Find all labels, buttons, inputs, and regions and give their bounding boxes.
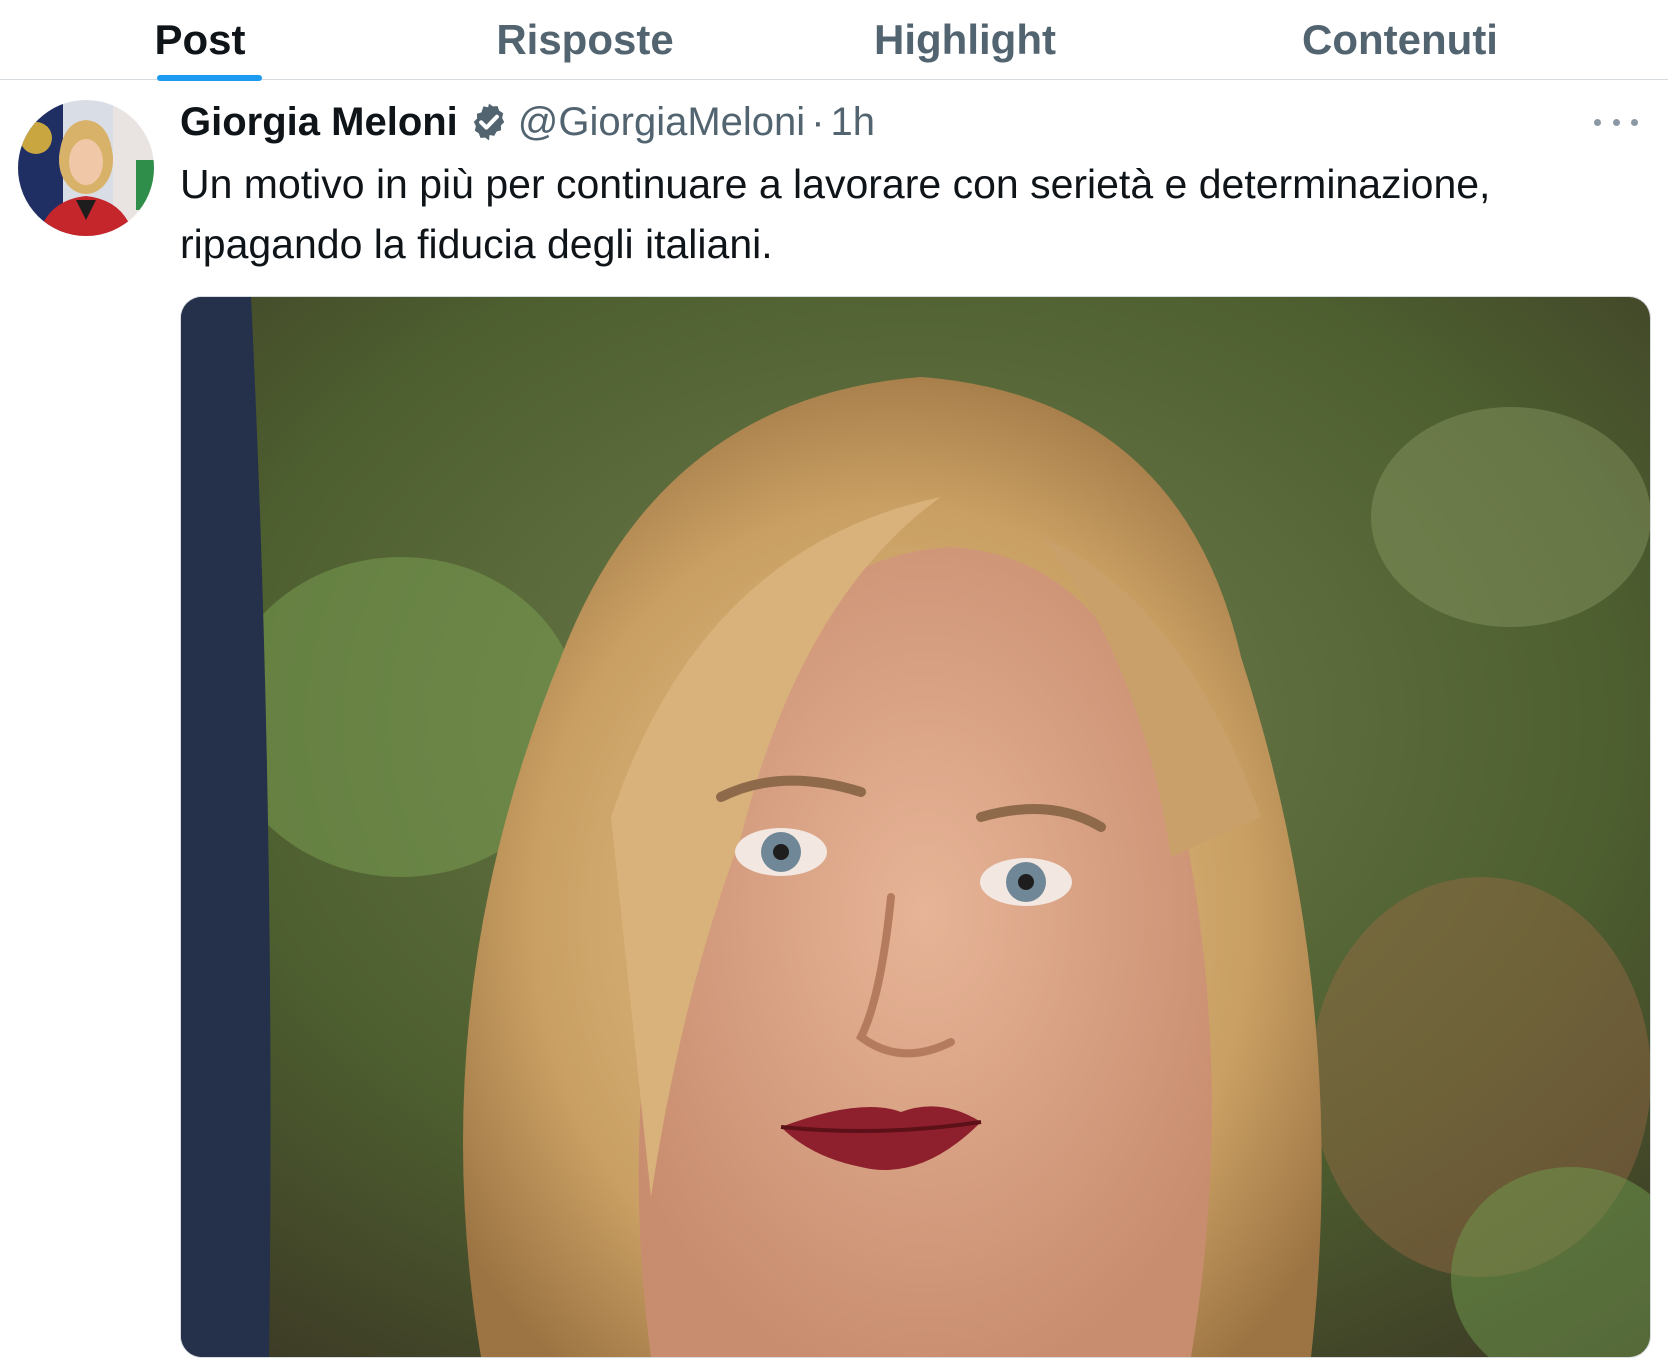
tweet-media[interactable]: [180, 296, 1651, 1358]
more-dot: [1631, 118, 1638, 126]
separator-dot: ·: [811, 99, 825, 144]
tweet-text: Un motivo in più per continuare a lavora…: [180, 161, 1491, 267]
photo-portrait: [181, 297, 1650, 1357]
more-dot: [1612, 118, 1620, 126]
more-dot: [1594, 118, 1601, 126]
tab-post-label: Post: [154, 16, 246, 63]
author-handle[interactable]: @GiorgiaMeloni: [518, 100, 805, 145]
tab-highlight[interactable]: Highlight: [845, 0, 1085, 80]
more-options-icon[interactable]: [1594, 104, 1638, 140]
avatar[interactable]: [18, 100, 154, 236]
tab-contenuti[interactable]: Contenuti: [1280, 0, 1520, 80]
tweet-timestamp[interactable]: 1h: [831, 100, 876, 145]
verified-badge-icon: [473, 103, 505, 141]
avatar-photo: [18, 100, 154, 236]
author-display-name[interactable]: Giorgia Meloni: [180, 100, 458, 145]
profile-tabs: Post Risposte Highlight Contenuti: [0, 0, 1668, 81]
tweet-header: Giorgia Meloni @GiorgiaMeloni · 1h: [180, 96, 875, 148]
tab-risposte-label: Risposte: [496, 16, 674, 63]
tab-highlight-label: Highlight: [874, 16, 1056, 63]
tab-post[interactable]: Post: [120, 0, 280, 81]
active-tab-indicator: [157, 75, 262, 81]
tab-risposte[interactable]: Risposte: [470, 0, 700, 80]
tab-contenuti-label: Contenuti: [1302, 16, 1498, 63]
